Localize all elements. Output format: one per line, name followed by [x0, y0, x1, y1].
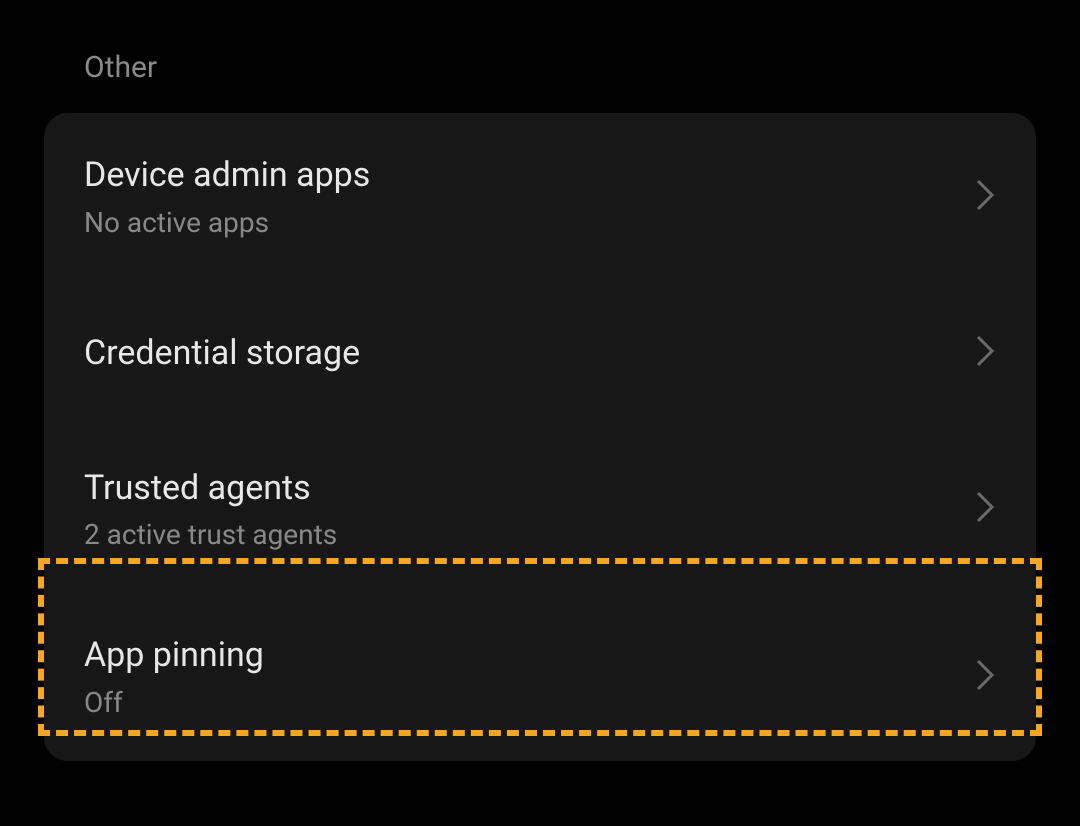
- item-title: Credential storage: [84, 323, 360, 384]
- item-title: Device admin apps: [84, 155, 370, 196]
- chevron-right-icon: [974, 489, 996, 529]
- item-text: App pinning Off: [84, 635, 264, 719]
- item-subtitle: No active apps: [84, 206, 370, 239]
- item-text: Trusted agents 2 active trust agents: [84, 468, 337, 552]
- settings-item-trusted-agents[interactable]: Trusted agents 2 active trust agents: [44, 426, 1036, 594]
- settings-panel: Device admin apps No active apps Credent…: [44, 113, 1036, 761]
- item-subtitle: Off: [84, 686, 264, 719]
- settings-item-app-pinning[interactable]: App pinning Off: [44, 593, 1036, 761]
- chevron-right-icon: [974, 333, 996, 373]
- item-text: Device admin apps No active apps: [84, 155, 370, 239]
- chevron-right-icon: [974, 657, 996, 697]
- item-title: Trusted agents: [84, 468, 337, 509]
- item-text: Credential storage: [84, 323, 360, 384]
- item-title: App pinning: [84, 635, 264, 676]
- section-header: Other: [0, 0, 1080, 113]
- item-subtitle: 2 active trust agents: [84, 518, 337, 551]
- chevron-right-icon: [974, 177, 996, 217]
- settings-item-credential-storage[interactable]: Credential storage: [44, 281, 1036, 426]
- settings-item-device-admin-apps[interactable]: Device admin apps No active apps: [44, 113, 1036, 281]
